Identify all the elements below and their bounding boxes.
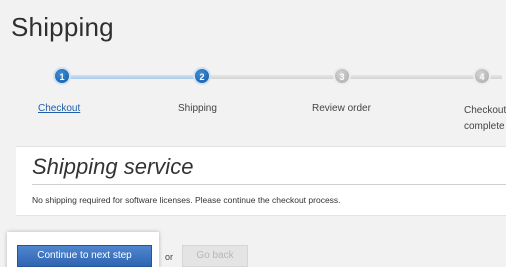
checkout-page: Shipping 1 2 3 4 Checkout Shipping Revie… (0, 0, 506, 267)
step-3-number: 3 (339, 72, 345, 82)
step-2-indicator: 2 (193, 67, 211, 85)
step-1-label[interactable]: Checkout (38, 103, 80, 114)
shipping-service-heading: Shipping service (32, 154, 194, 179)
step-3-indicator: 3 (333, 67, 351, 85)
shipping-notice-text: No shipping required for software licens… (32, 195, 341, 205)
go-back-button[interactable]: Go back (182, 245, 248, 267)
step-4-label: Checkout complete (464, 103, 506, 135)
step-2-label: Shipping (178, 103, 217, 114)
progress-line-remaining (202, 75, 502, 79)
heading-divider (32, 184, 506, 185)
step-4-number: 4 (479, 72, 485, 82)
or-separator: or (165, 252, 174, 262)
checkout-step-link[interactable]: Checkout (38, 103, 80, 114)
step-3-label: Review order (312, 103, 371, 114)
progress-line-completed (60, 75, 202, 79)
page-title: Shipping (11, 12, 114, 42)
step-1-indicator[interactable]: 1 (53, 67, 71, 85)
checkout-progress-stepper: 1 2 3 4 (0, 64, 506, 90)
step-2-number: 2 (199, 72, 205, 82)
continue-to-next-step-button[interactable]: Continue to next step (17, 245, 152, 267)
step-4-label-line1: Checkout (464, 105, 506, 116)
step-1-number: 1 (59, 72, 65, 82)
shipping-service-panel: Shipping service No shipping required fo… (16, 146, 506, 216)
step-4-label-line2: complete (464, 121, 505, 132)
step-4-indicator: 4 (473, 67, 491, 85)
